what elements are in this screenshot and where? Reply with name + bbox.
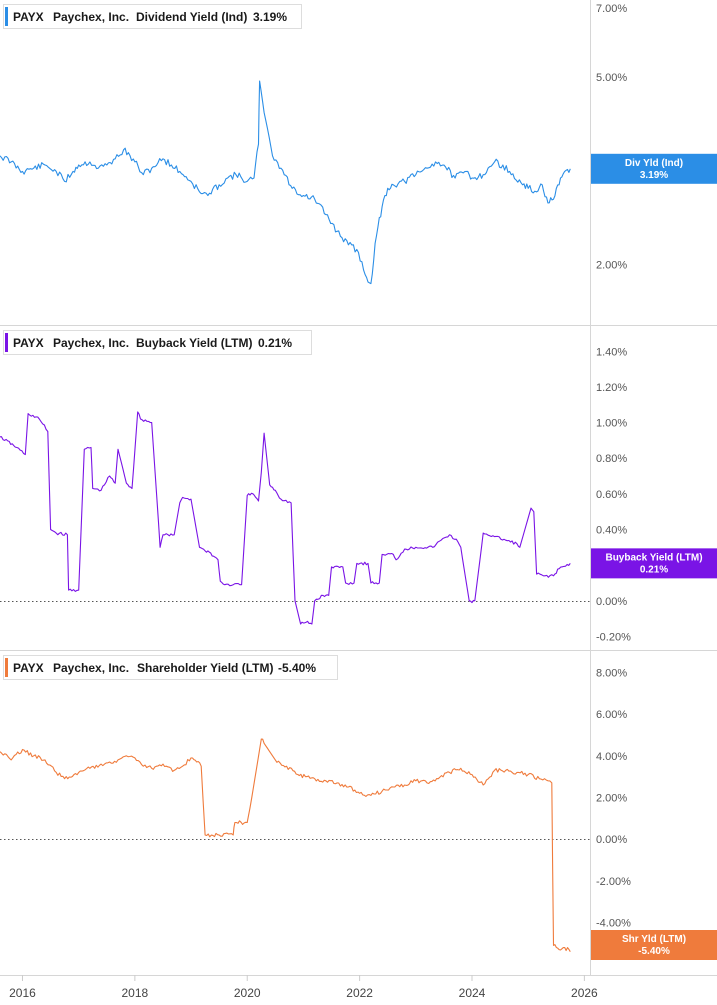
y-tick-label: 0.80% — [596, 453, 627, 465]
legend-metric: Shareholder Yield (LTM) — [137, 661, 273, 675]
legend-ticker: PAYX — [13, 336, 44, 350]
current-value-badge: Shr Yld (LTM)-5.40% — [591, 930, 717, 960]
legend-current-value: 0.21% — [258, 336, 292, 350]
y-tick-label: 5.00% — [596, 72, 627, 84]
x-tick-label: 2024 — [459, 986, 486, 1000]
y-tick-label: 1.00% — [596, 418, 627, 430]
current-value-badge: Buyback Yield (LTM)0.21% — [591, 548, 717, 579]
x-axis: 2016 2018 2020 2022 2024 2026 — [9, 975, 598, 1000]
current-value-badge: Div Yld (Ind)3.19% — [591, 153, 717, 184]
y-tick-label: 2.00% — [596, 792, 627, 804]
y-tick-label: -0.20% — [596, 631, 631, 643]
y-tick-label: 0.00% — [596, 596, 627, 608]
charts-canvas: 7.00% 5.00% 2.00% PAYX Paychex, Inc. Dividend… — [0, 0, 717, 1000]
series-line — [0, 411, 571, 625]
series-line — [0, 738, 571, 952]
legend-ticker: PAYX — [13, 661, 44, 675]
y-tick-label: 0.40% — [596, 524, 627, 536]
legend-color-marker — [5, 333, 8, 352]
y-tick-label: 4.00% — [596, 751, 627, 763]
y-tick-label: 2.00% — [596, 259, 627, 271]
legend-current-value: -5.40% — [278, 661, 316, 675]
badge-label: Div Yld (Ind) — [625, 158, 683, 169]
y-tick-label: 1.20% — [596, 382, 627, 394]
badge-value: 3.19% — [640, 170, 668, 181]
legend-metric: Dividend Yield (Ind) — [136, 10, 247, 24]
badge-value: -5.40% — [638, 946, 670, 957]
legend-company: Paychex, Inc. — [53, 10, 129, 24]
shareholder-yield-panel: 8.00% 6.00% 4.00% 2.00% 0.00% -2.00% -4.00% PAY… — [0, 655, 717, 960]
y-tick-label: -4.00% — [596, 917, 631, 929]
dividend-yield-panel: 7.00% 5.00% 2.00% PAYX Paychex, Inc. Dividend… — [0, 3, 717, 285]
y-tick-label: 6.00% — [596, 709, 627, 721]
y-tick-label: 8.00% — [596, 667, 627, 679]
y-tick-label: -2.00% — [596, 876, 631, 888]
legend-color-marker — [5, 658, 8, 677]
y-tick-label: 0.00% — [596, 834, 627, 846]
legend: PAYX Paychex, Inc. Buyback Yield (LTM) 0.21… — [3, 330, 312, 355]
x-tick-label: 2016 — [9, 986, 36, 1000]
legend-current-value: 3.19% — [253, 10, 287, 24]
legend-company: Paychex, Inc. — [53, 336, 129, 350]
legend: PAYX Paychex, Inc. Dividend Yield (Ind) 3.1… — [3, 4, 302, 29]
buyback-yield-panel: 1.40%1.20%1.00%0.80%0.60%0.40%0.20%0.00%… — [0, 330, 717, 643]
x-tick-label: 2018 — [122, 986, 149, 1000]
legend-metric: Buyback Yield (LTM) — [136, 336, 252, 350]
x-tick-label: 2020 — [234, 986, 261, 1000]
badge-value: 0.21% — [640, 564, 668, 575]
series-line — [0, 80, 571, 285]
legend-color-marker — [5, 7, 8, 26]
legend-ticker: PAYX — [13, 10, 44, 24]
x-tick-label: 2022 — [346, 986, 373, 1000]
y-tick-label: 1.40% — [596, 346, 627, 358]
legend: PAYX Paychex, Inc. Shareholder Yield (LTM)… — [3, 655, 338, 680]
badge-label: Shr Yld (LTM) — [622, 934, 686, 945]
y-tick-label: 7.00% — [596, 3, 627, 15]
badge-label: Buyback Yield (LTM) — [605, 552, 702, 563]
x-tick-label: 2026 — [571, 986, 598, 1000]
y-tick-label: 0.60% — [596, 489, 627, 501]
legend-company: Paychex, Inc. — [53, 661, 129, 675]
